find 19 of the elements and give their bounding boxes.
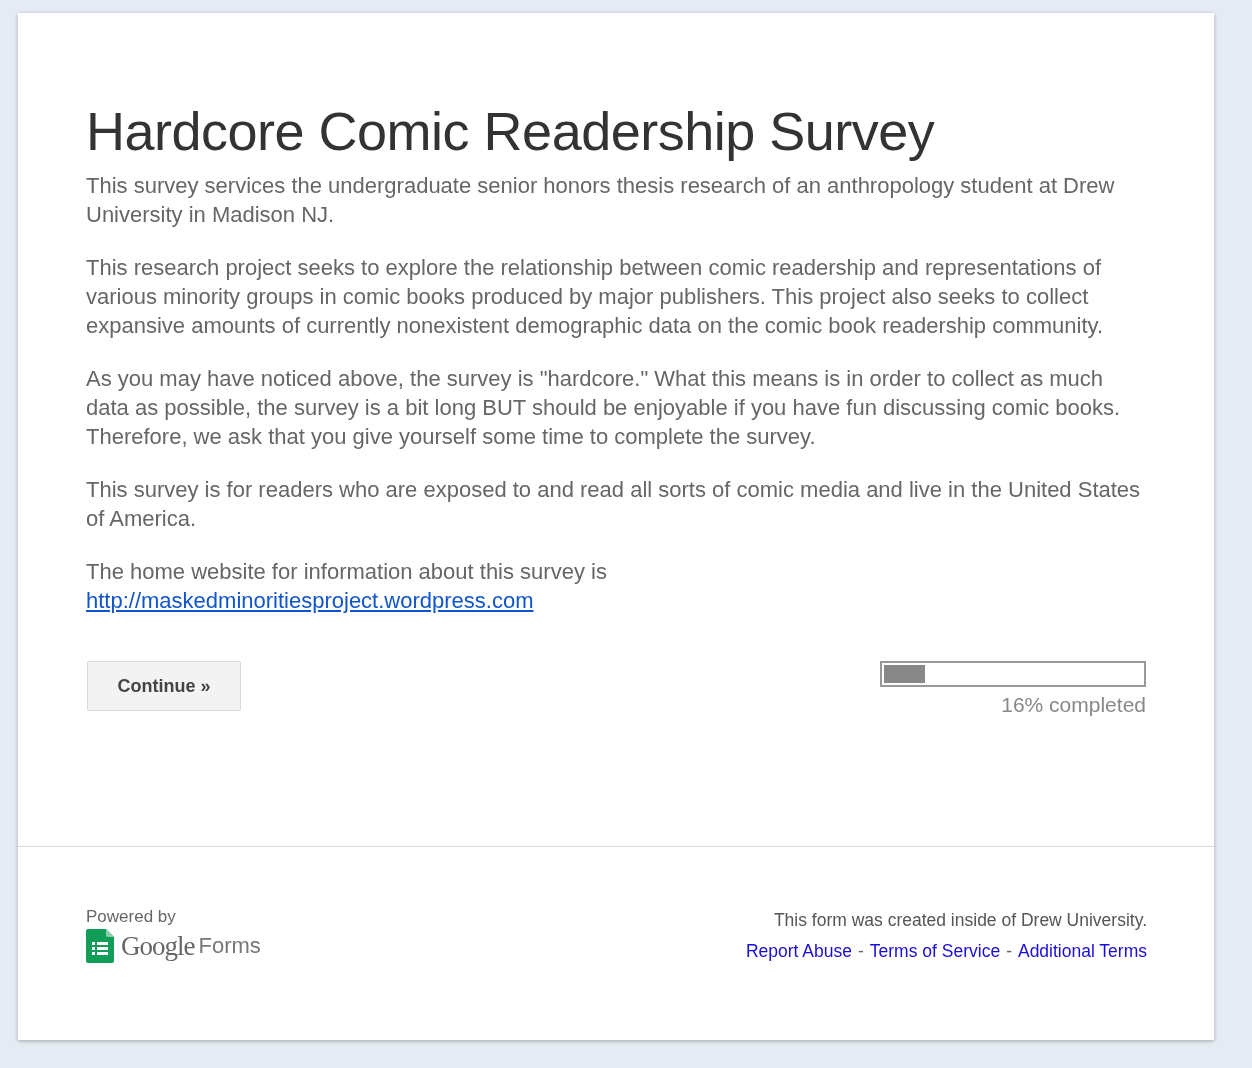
description-paragraph: As you may have noticed above, the survey is "hardcore." What this means is in order to collect as much data as possible, the survey is a bit long BUT should be enjoyable if you have fun discussing comic books. Therefore, we ask that you give yourself some time to complete the survey.: [86, 365, 1122, 451]
description-paragraph: The home website for information about this survey is http://maskedminoritiesproject.wordpress.com: [86, 558, 608, 615]
website-link[interactable]: http://maskedminoritiesproject.wordpress.com: [86, 588, 534, 613]
description-paragraph: This survey is for readers who are exposed to and read all sorts of comic media and live in the United States of America.: [86, 476, 1142, 533]
description-paragraph: This research project seeks to explore the relationship between comic readership and representations of various minority groups in comic books produced by major publishers. This project also seeks to collect expansive amounts of currently nonexistent demographic data on the comic book readership community.: [86, 254, 1105, 340]
description-paragraph: This survey services the undergraduate senior honors thesis research of an anthropology student at Drew University in Madison NJ.: [86, 172, 1116, 229]
link-separator: -: [1006, 941, 1012, 962]
progress-label: 16% completed: [1001, 693, 1146, 717]
continue-button[interactable]: Continue »: [87, 661, 241, 711]
powered-by-text: Powered by: [86, 907, 177, 927]
form-title: Hardcore Comic Readership Survey: [86, 100, 936, 163]
footer-note: This form was created inside of Drew University.: [773, 910, 1147, 931]
footer-link[interactable]: Report Abuse: [745, 941, 852, 962]
link-separator: -: [858, 941, 864, 962]
product-name: Forms: [198, 933, 261, 959]
forms-icon: [86, 929, 114, 963]
footer-link[interactable]: Terms of Service: [869, 941, 1001, 962]
brand-name: Google: [121, 930, 195, 962]
footer-link[interactable]: Additional Terms: [1017, 941, 1147, 962]
